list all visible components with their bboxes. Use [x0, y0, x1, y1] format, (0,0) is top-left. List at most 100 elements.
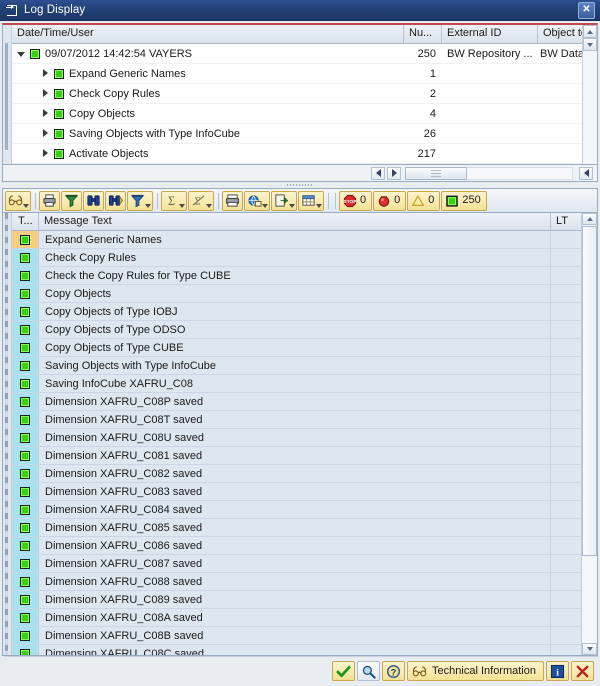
- chevron-right-icon[interactable]: [40, 128, 51, 139]
- message-row[interactable]: Dimension XAFRU_C08U saved: [12, 429, 581, 447]
- chevron-right-icon[interactable]: [40, 88, 51, 99]
- tree-scroll-track[interactable]: [583, 51, 597, 164]
- tree-header-datetimeuser[interactable]: Date/Time/User: [12, 25, 404, 43]
- print-button[interactable]: [39, 190, 60, 211]
- tree-scroll-up-icon[interactable]: [583, 25, 597, 38]
- message-row[interactable]: Dimension XAFRU_C08A saved: [12, 609, 581, 627]
- tree-header-external-id[interactable]: External ID: [442, 25, 538, 43]
- message-row[interactable]: Check Copy Rules: [12, 249, 581, 267]
- message-row[interactable]: Saving Objects with Type InfoCube: [12, 357, 581, 375]
- green-square-icon: [20, 594, 30, 605]
- abort-counter[interactable]: STOP 0: [339, 190, 373, 211]
- tree-row[interactable]: 09/07/2012 14:42:54 VAYERS 250 BW Reposito…: [12, 44, 582, 64]
- message-row[interactable]: Dimension XAFRU_C082 saved: [12, 465, 581, 483]
- export-button[interactable]: [271, 190, 297, 211]
- tree-scroll-down-icon[interactable]: [583, 38, 597, 51]
- message-row[interactable]: Dimension XAFRU_C08C saved: [12, 645, 581, 655]
- message-status-cell: [12, 537, 39, 554]
- message-status-cell: [12, 573, 39, 590]
- green-square-icon: [20, 522, 30, 533]
- find-next-button[interactable]: [105, 190, 126, 211]
- message-row[interactable]: Copy Objects: [12, 285, 581, 303]
- message-scroll-up-icon[interactable]: [582, 213, 597, 225]
- technical-information-button[interactable]: Technical Information: [407, 661, 544, 681]
- message-row[interactable]: Dimension XAFRU_C086 saved: [12, 537, 581, 555]
- message-row[interactable]: Dimension XAFRU_C083 saved: [12, 483, 581, 501]
- total-button[interactable]: Σ: [161, 190, 187, 211]
- message-row[interactable]: Dimension XAFRU_C08P saved: [12, 393, 581, 411]
- message-header-lt[interactable]: LT: [551, 213, 581, 230]
- hscroll-end-icon[interactable]: [579, 166, 593, 180]
- message-text: Dimension XAFRU_C089 saved: [39, 591, 551, 608]
- message-text: Saving InfoCube XAFRU_C08: [39, 375, 551, 392]
- message-row[interactable]: Dimension XAFRU_C088 saved: [12, 573, 581, 591]
- message-text: Dimension XAFRU_C085 saved: [39, 519, 551, 536]
- tree-row[interactable]: Copy Objects 4: [12, 104, 582, 124]
- message-row[interactable]: Dimension XAFRU_C08T saved: [12, 411, 581, 429]
- chevron-down-icon[interactable]: [289, 203, 295, 208]
- find-button[interactable]: [83, 190, 104, 211]
- green-square-icon: [20, 540, 30, 551]
- message-row[interactable]: Dimension XAFRU_C085 saved: [12, 519, 581, 537]
- info-button[interactable]: i: [546, 661, 569, 681]
- tree-row[interactable]: Check Copy Rules 2: [12, 84, 582, 104]
- tree-vertical-scrollbar[interactable]: [582, 25, 597, 164]
- cancel-button[interactable]: [571, 661, 594, 681]
- green-square-icon: [54, 68, 64, 79]
- message-row[interactable]: Dimension XAFRU_C089 saved: [12, 591, 581, 609]
- tree-row[interactable]: Saving Objects with Type InfoCube 26: [12, 124, 582, 144]
- help-button[interactable]: ?: [382, 661, 406, 681]
- tree-main: Date/Time/User Nu... External ID Object …: [12, 25, 582, 164]
- chevron-down-icon[interactable]: [206, 203, 212, 208]
- hscroll-left-icon[interactable]: [371, 166, 385, 180]
- chevron-down-icon[interactable]: [145, 203, 151, 208]
- error-counter[interactable]: 0: [373, 190, 407, 211]
- local-file-button[interactable]: [244, 190, 270, 211]
- message-header-text[interactable]: Message Text: [39, 213, 551, 230]
- chevron-right-icon[interactable]: [40, 108, 51, 119]
- message-row[interactable]: Dimension XAFRU_C08B saved: [12, 627, 581, 645]
- tree-row[interactable]: Expand Generic Names 1: [12, 64, 582, 84]
- close-icon[interactable]: ✕: [578, 1, 595, 19]
- hscroll-track[interactable]: [467, 166, 573, 180]
- message-scroll-down-icon[interactable]: [582, 643, 597, 655]
- subtotal-button[interactable]: Σ: [188, 190, 214, 211]
- toolbar-separator: [332, 192, 338, 209]
- message-row[interactable]: Copy Objects of Type ODSO: [12, 321, 581, 339]
- chevron-right-icon[interactable]: [40, 148, 51, 159]
- message-row[interactable]: Copy Objects of Type CUBE: [12, 339, 581, 357]
- tree-row[interactable]: Activate Objects 217: [12, 144, 582, 164]
- hscroll-thumb[interactable]: [405, 166, 467, 180]
- tree-header-number[interactable]: Nu...: [404, 25, 442, 43]
- message-vertical-scrollbar[interactable]: [581, 213, 597, 655]
- message-row[interactable]: Check the Copy Rules for Type CUBE: [12, 267, 581, 285]
- chevron-down-icon[interactable]: [179, 203, 185, 208]
- chevron-down-icon[interactable]: [316, 203, 322, 208]
- message-header-type[interactable]: T...: [12, 213, 39, 230]
- message-row[interactable]: Copy Objects of Type IOBJ: [12, 303, 581, 321]
- print-preview-button[interactable]: [222, 190, 243, 211]
- hscroll-right-icon[interactable]: [387, 166, 401, 180]
- message-scroll-track[interactable]: [582, 557, 597, 643]
- message-row[interactable]: Dimension XAFRU_C087 saved: [12, 555, 581, 573]
- success-counter[interactable]: 250: [441, 190, 487, 211]
- green-square-icon: [20, 612, 30, 623]
- layout-button[interactable]: [298, 190, 324, 211]
- tree-header-object-text[interactable]: Object text: [538, 25, 582, 43]
- message-row[interactable]: Dimension XAFRU_C084 saved: [12, 501, 581, 519]
- chevron-right-icon[interactable]: [40, 68, 51, 79]
- set-filter-button[interactable]: [127, 190, 153, 211]
- warning-counter[interactable]: 0: [407, 190, 441, 211]
- search-button[interactable]: [357, 661, 381, 681]
- chevron-down-icon[interactable]: [262, 203, 268, 208]
- message-row[interactable]: Expand Generic Names: [12, 231, 581, 249]
- message-scroll-thumb[interactable]: [582, 226, 597, 556]
- technical-information-button[interactable]: [5, 190, 31, 211]
- continue-button[interactable]: [332, 661, 356, 681]
- chevron-down-icon[interactable]: [16, 48, 27, 59]
- filter-button[interactable]: [61, 190, 82, 211]
- tree-horizontal-scrollbar[interactable]: [2, 165, 598, 182]
- message-row[interactable]: Dimension XAFRU_C081 saved: [12, 447, 581, 465]
- message-row[interactable]: Saving InfoCube XAFRU_C08: [12, 375, 581, 393]
- chevron-down-icon[interactable]: [23, 203, 29, 208]
